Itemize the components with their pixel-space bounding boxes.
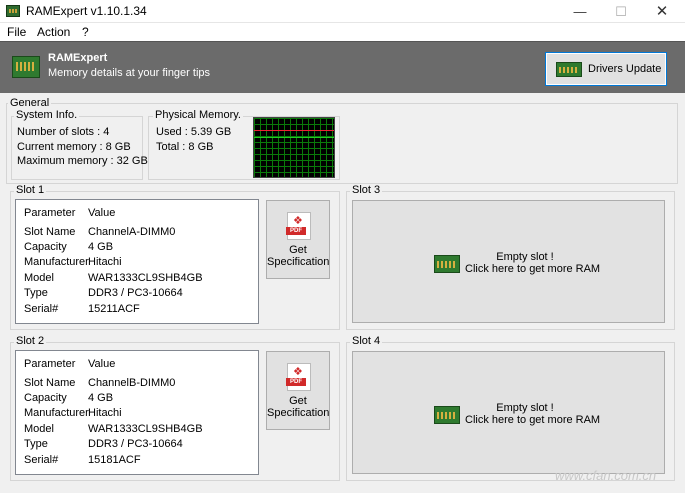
param-value: ChannelB-DIMM0 [88,377,176,389]
get-more-ram-link: Click here to get more RAM [465,414,601,426]
close-button[interactable]: ✕ [639,0,685,23]
param-value: Hitachi [88,256,122,268]
maximize-button[interactable]: ☐ [598,0,644,23]
drivers-update-label: Drivers Update [588,63,662,75]
column-header-parameter: Parameter [24,358,76,370]
pdf-icon: ❖ PDF [286,363,311,391]
slot-2-label: Slot 2 [14,335,47,347]
param-label: Type [24,287,48,299]
general-label: General [8,97,52,109]
app-tagline: Memory details at your finger tips [48,67,211,79]
spec-label-line-1: Get [289,244,307,256]
param-value: DDR3 / PC3-10664 [88,438,183,450]
title-bar: RAMExpert v1.10.1.34 — ☐ ✕ [0,0,685,23]
app-name: RAMExpert [48,52,108,64]
empty-slot-text: Empty slot ! [496,402,554,414]
usage-line [254,137,334,138]
total-memory-text: Total : 8 GB [156,141,214,153]
param-label: Model [24,423,54,435]
get-more-ram-link: Click here to get more RAM [465,263,601,275]
param-label: Manufacturer [24,256,89,268]
slot-2-details: Parameter Value Slot Name ChannelB-DIMM0… [15,350,259,475]
slots-count-text: Number of slots : 4 [17,126,110,138]
param-label: Capacity [24,392,67,404]
ram-module-icon [556,62,582,77]
slot-1-details: Parameter Value Slot Name ChannelA-DIMM0… [15,199,259,324]
param-value: ChannelA-DIMM0 [88,226,176,238]
memory-usage-graph [253,117,335,178]
spec-label-line-2: Specification [267,256,330,268]
param-label: Serial# [24,303,59,315]
param-value: 4 GB [88,392,114,404]
window-title: RAMExpert v1.10.1.34 [26,4,147,18]
param-label: Slot Name [24,226,76,238]
param-label: Slot Name [24,377,76,389]
slot-4-empty-button[interactable]: Empty slot ! Click here to get more RAM [352,351,665,474]
maximum-memory-text: Maximum memory : 32 GB [17,155,148,167]
column-header-value: Value [88,207,116,219]
slot-4-label: Slot 4 [350,335,383,347]
header-banner: RAMExpert Memory details at your finger … [0,41,685,93]
column-header-value: Value [88,358,116,370]
empty-slot-text: Empty slot ! [496,251,554,263]
usage-line [254,130,334,131]
slot-3-empty-button[interactable]: Empty slot ! Click here to get more RAM [352,200,665,323]
spec-label-line-2: Specification [267,407,330,419]
physical-memory-label: Physical Memory. [153,109,243,121]
column-header-parameter: Parameter [24,207,76,219]
param-label: Capacity [24,241,67,253]
param-value: WAR1333CL9SHB4GB [88,272,203,284]
slot-3-label: Slot 3 [350,184,383,196]
spec-label-line-1: Get [289,395,307,407]
get-specification-button[interactable]: ❖ PDF Get Specification [266,351,330,430]
minimize-button[interactable]: — [557,0,603,23]
ram-module-icon [12,56,40,78]
param-label: Type [24,438,48,450]
menu-help[interactable]: ? [82,25,89,39]
watermark: www.cfan.com.cn [555,468,657,483]
param-value: 4 GB [88,241,114,253]
param-value: WAR1333CL9SHB4GB [88,423,203,435]
pdf-icon: ❖ PDF [286,212,311,240]
drivers-update-button[interactable]: Drivers Update [545,52,667,86]
param-label: Manufacturer [24,407,89,419]
param-value: 15211ACF [88,303,140,315]
get-specification-button[interactable]: ❖ PDF Get Specification [266,200,330,279]
param-value: 15181ACF [88,454,141,466]
menu-action[interactable]: Action [37,25,70,39]
system-info-label: System Info. [14,109,80,121]
used-memory-text: Used : 5.39 GB [156,126,232,138]
app-icon [6,5,20,17]
param-label: Model [24,272,54,284]
param-label: Serial# [24,454,59,466]
ram-module-icon [434,255,460,273]
param-value: DDR3 / PC3-10664 [88,287,183,299]
slot-1-label: Slot 1 [14,184,47,196]
menu-bar: File Action ? [0,23,685,41]
ram-module-icon [434,406,460,424]
menu-file[interactable]: File [7,25,26,39]
current-memory-text: Current memory : 8 GB [17,141,131,153]
param-value: Hitachi [88,407,122,419]
